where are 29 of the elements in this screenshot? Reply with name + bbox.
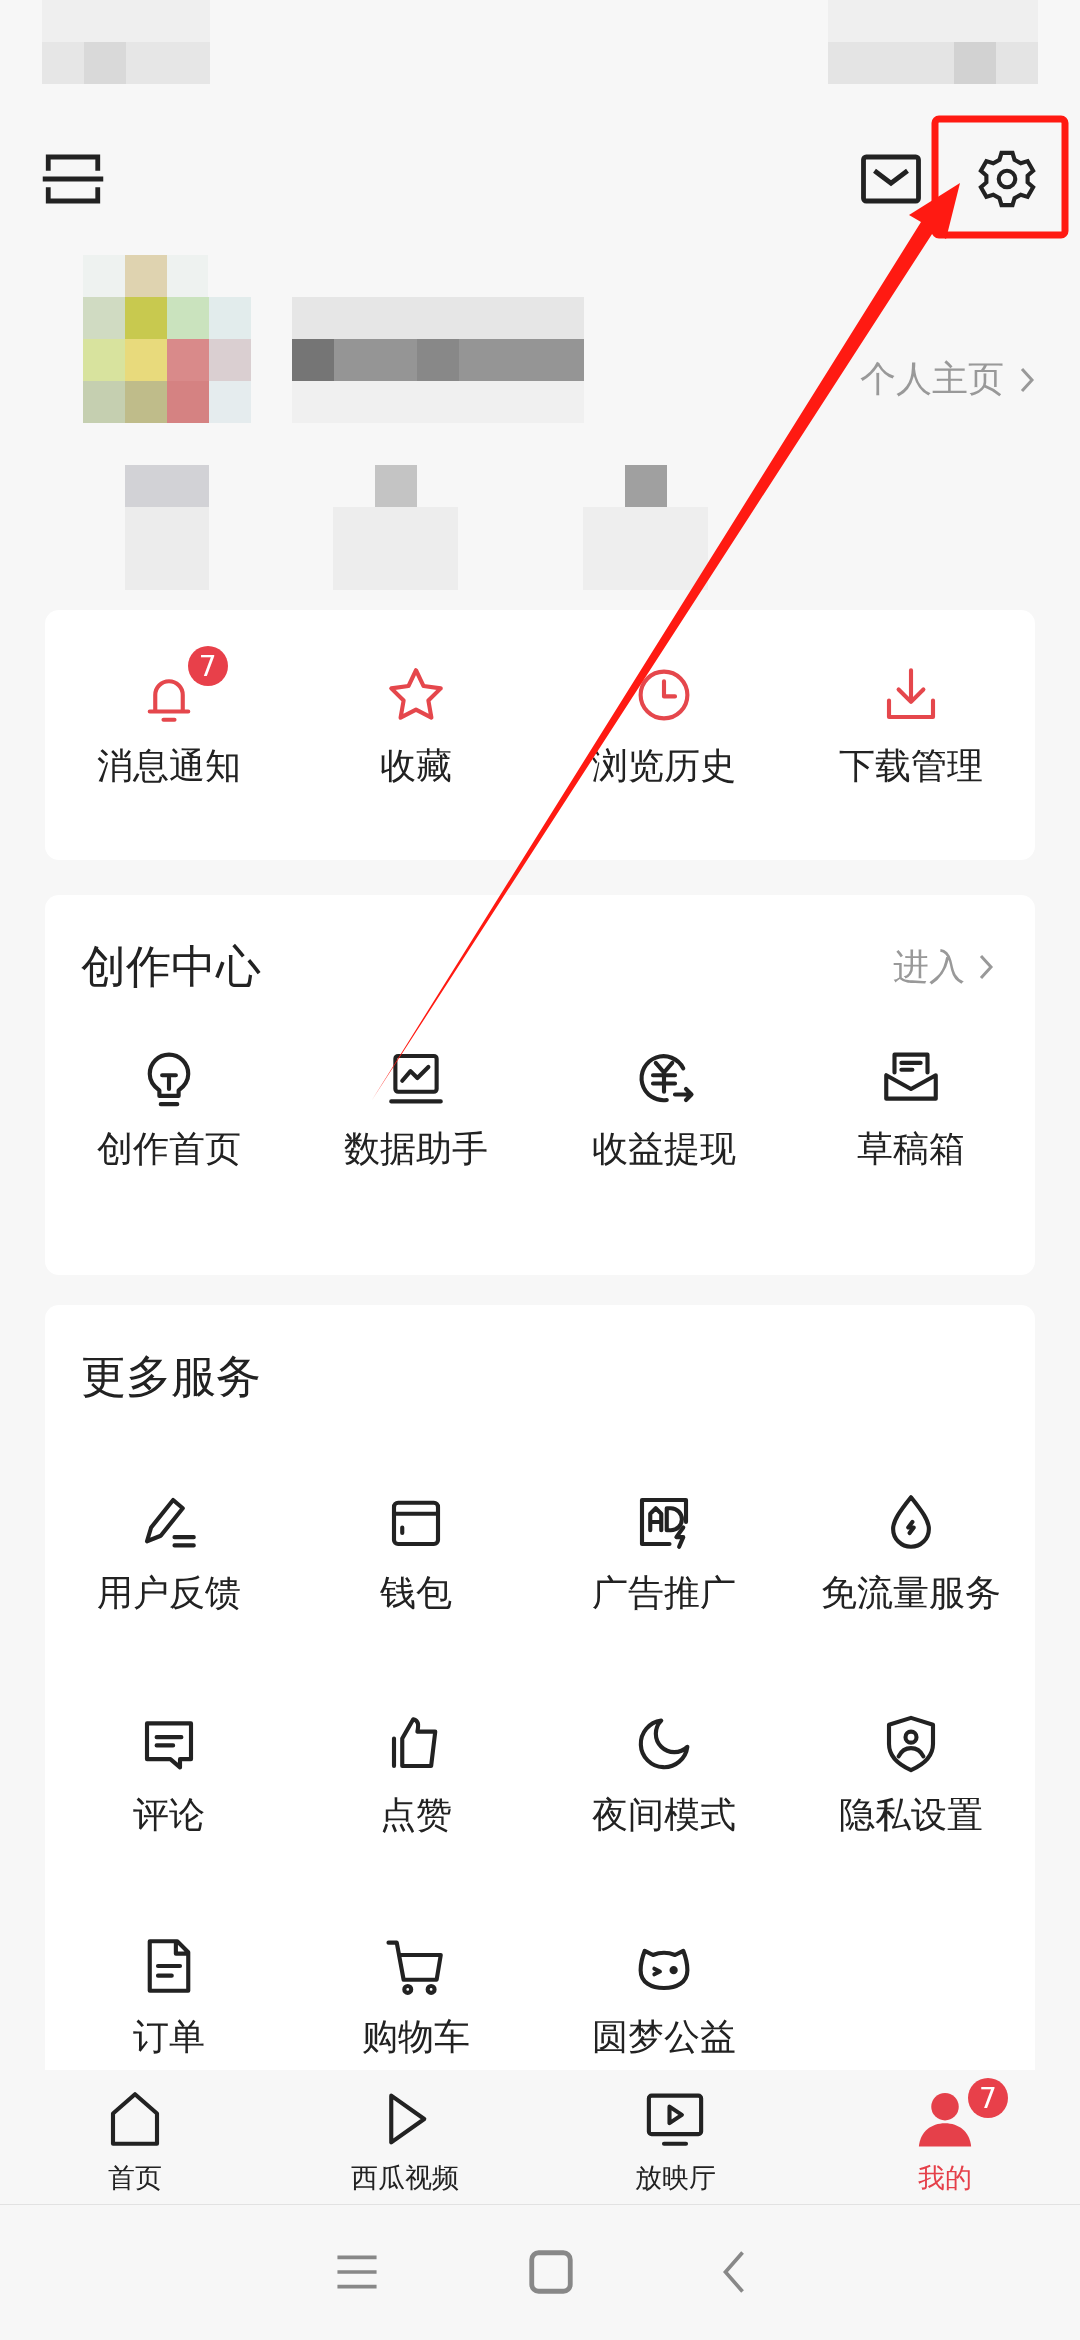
menu-item[interactable]: 浏览历史 xyxy=(561,642,766,788)
menu-item[interactable]: 隐私设置 xyxy=(809,1691,1014,1837)
count-badge: 7 xyxy=(187,646,228,686)
section-title: 创作中心 xyxy=(81,939,261,995)
menu-item[interactable]: 订单 xyxy=(102,1913,235,2059)
section-title: 更多服务 xyxy=(81,1349,261,1405)
menu-item[interactable]: 创作首页 xyxy=(66,1025,271,1171)
menu-item[interactable]: 草稿箱 xyxy=(827,1025,996,1171)
back-icon[interactable] xyxy=(723,2250,745,2294)
count-badge: 7 xyxy=(968,2078,1008,2118)
menu-item[interactable]: 购物车 xyxy=(332,1913,501,2059)
menu-item[interactable]: 免流量服务 xyxy=(791,1469,1032,1615)
menu-item[interactable]: 圆梦公益 xyxy=(561,1913,766,2059)
home-icon[interactable] xyxy=(529,2250,573,2294)
tab[interactable]: 放映厅 xyxy=(540,2070,810,2204)
menu-item[interactable]: 用户反馈 xyxy=(66,1469,271,1615)
menu-item[interactable]: 点赞 xyxy=(350,1691,483,1837)
menu-item[interactable]: 收益提现 xyxy=(561,1025,766,1171)
menu-item[interactable]: 下载管理 xyxy=(809,642,1014,788)
menu-item[interactable]: 收藏 xyxy=(350,642,483,788)
tab[interactable]: 首页 xyxy=(0,2070,270,2204)
menu-item[interactable]: 夜间模式 xyxy=(561,1691,766,1837)
menu-item[interactable]: 广告推广 xyxy=(561,1469,766,1615)
menu-item[interactable]: 评论 xyxy=(102,1691,235,1837)
menu-item[interactable]: 7 消息通知 xyxy=(66,642,271,788)
menu-item[interactable]: 数据助手 xyxy=(314,1025,519,1171)
tab[interactable]: 西瓜视频 xyxy=(270,2070,540,2204)
tab[interactable]: 7 我的 xyxy=(810,2070,1080,2204)
menu-item[interactable]: 钱包 xyxy=(350,1469,483,1615)
